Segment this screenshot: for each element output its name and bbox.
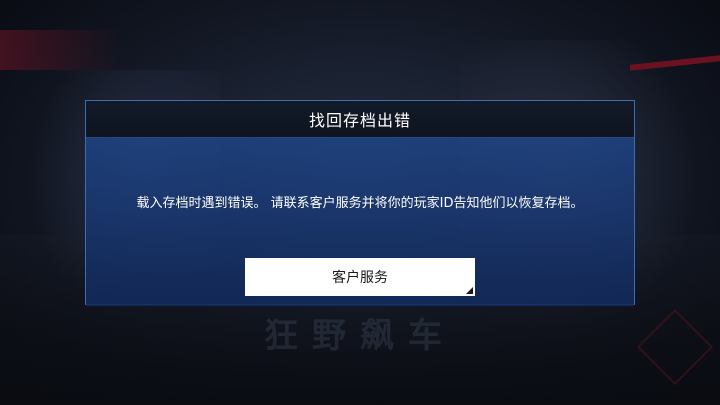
dialog-header: 找回存档出错 [86, 101, 634, 138]
game-screen: 狂野飙车 找回存档出错 载入存档时遇到错误。 请联系客户服务并将你的玩家ID告知… [0, 0, 720, 405]
dialog-message: 载入存档时遇到错误。 请联系客户服务并将你的玩家ID告知他们以恢复存档。 [136, 196, 584, 211]
background-game-logo: 狂野飙车 [264, 316, 456, 356]
background-accent [0, 30, 120, 70]
customer-service-button-label: 客户服务 [332, 270, 388, 286]
corner-triangle-icon [466, 287, 473, 294]
dialog-title: 找回存档出错 [308, 111, 411, 130]
customer-service-button[interactable]: 客户服务 [245, 258, 475, 296]
